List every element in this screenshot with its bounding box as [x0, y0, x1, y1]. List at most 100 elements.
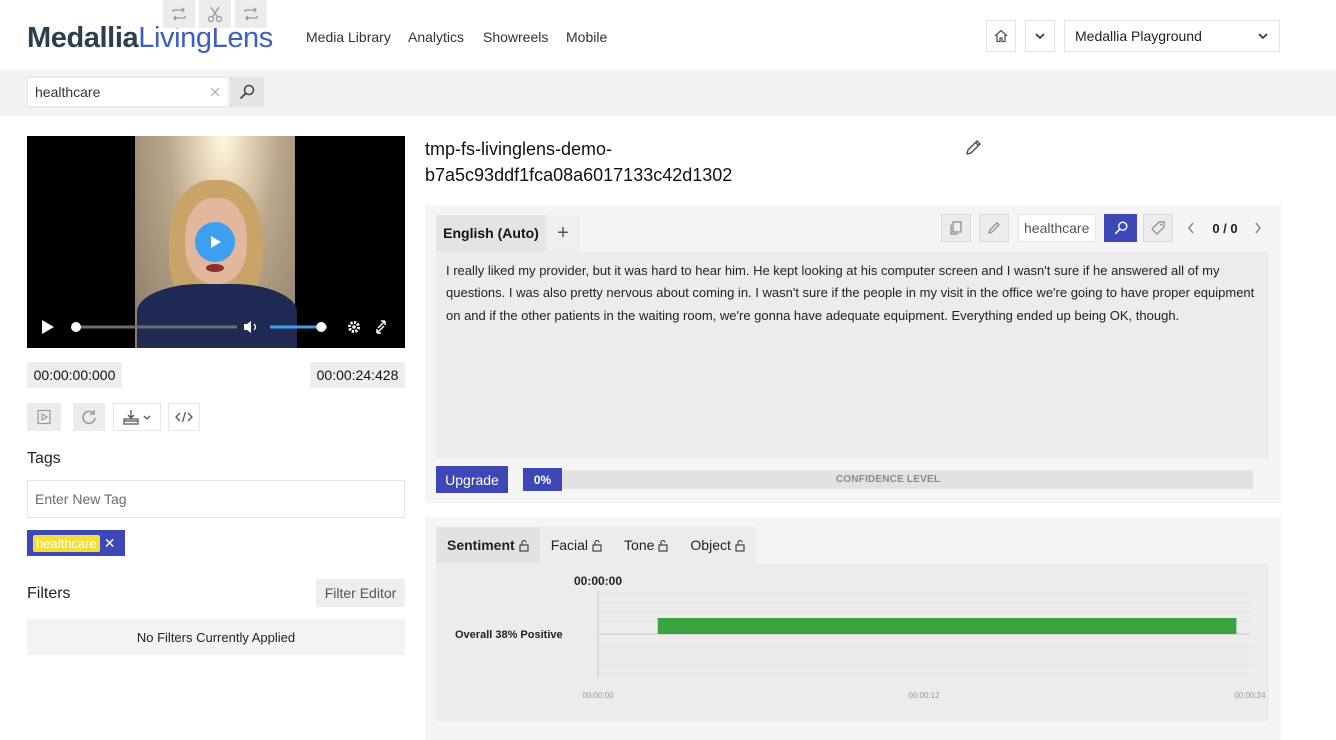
download-menu-button[interactable] [113, 403, 161, 431]
clip-end-time[interactable]: 00:00:24:428 [310, 362, 405, 388]
chevron-down-icon [1258, 33, 1268, 40]
pencil-icon [966, 140, 981, 155]
refresh-icon [82, 410, 96, 425]
tag-chip[interactable]: healthcare ✕ [27, 530, 125, 556]
unlock-icon [735, 539, 745, 552]
scissors-icon [207, 6, 223, 23]
clip-start-time[interactable]: 00:00:00:000 [27, 362, 122, 388]
nav-mobile[interactable]: Mobile [566, 28, 607, 46]
embed-button[interactable] [168, 403, 200, 431]
nav-media-library[interactable]: Media Library [306, 28, 391, 46]
settings-icon[interactable] [348, 321, 360, 333]
video-subject-mouth [206, 264, 224, 272]
unlock-icon [658, 539, 668, 552]
search-input-value: healthcare [35, 84, 101, 100]
copy-transcript-button[interactable] [941, 214, 971, 242]
tab-sentiment-label: Sentiment [447, 537, 515, 553]
clear-icon[interactable] [209, 86, 221, 98]
add-language-button[interactable]: + [546, 215, 580, 251]
tab-object-label: Object [690, 537, 731, 553]
volume-wave [253, 323, 257, 331]
chart-title: 00:00:00 [574, 574, 622, 588]
volume-fill [270, 325, 322, 329]
tab-tone[interactable]: Tone [613, 527, 679, 563]
confidence-percent: 0% [523, 468, 562, 491]
volume-knob[interactable] [316, 322, 327, 332]
download-icon [123, 410, 151, 425]
video-controls[interactable] [27, 312, 405, 348]
repeat-icon [244, 7, 258, 21]
copy-icon [950, 221, 962, 235]
tag-icon [1151, 221, 1165, 235]
remove-tag-icon[interactable]: ✕ [104, 535, 116, 552]
play-overlay-button[interactable] [195, 222, 235, 262]
search-icon [1114, 221, 1127, 235]
chart-x-tick-label: 00:00:24 [1234, 691, 1266, 700]
transcript-search-button[interactable] [1104, 214, 1137, 242]
fullscreen-icon[interactable] [376, 320, 386, 334]
transcript-search-input[interactable]: healthcare [1018, 214, 1096, 242]
nav-showreels[interactable]: Showreels [483, 28, 548, 46]
previous-match-button[interactable] [1181, 214, 1201, 242]
tag-label: healthcare [33, 534, 100, 552]
chart-x-tick-label: 00:00:12 [908, 691, 940, 700]
play-icon [211, 236, 221, 248]
workspace-select[interactable]: Medallia Playground [1064, 20, 1280, 52]
cut-button[interactable] [199, 0, 231, 28]
sentiment-chart: 00:00:00 Overall 38% Positive 00:00:00 00… [455, 574, 1266, 700]
search-button[interactable] [230, 77, 264, 107]
chevron-right-icon [1255, 222, 1261, 234]
tab-language[interactable]: English (Auto) [436, 215, 546, 251]
seek-knob[interactable] [71, 322, 81, 332]
home-button[interactable] [986, 20, 1016, 52]
search-input[interactable]: healthcare [27, 77, 229, 107]
edit-title-button[interactable] [963, 138, 985, 160]
confidence-label: CONFIDENCE LEVEL [835, 474, 941, 485]
tag-search-button[interactable] [1143, 214, 1173, 242]
unlock-icon [592, 539, 602, 552]
set-in-button[interactable] [163, 0, 195, 28]
tab-facial[interactable]: Facial [540, 527, 613, 563]
chart-x-tick-label: 00:00:00 [582, 691, 614, 700]
play-icon[interactable] [42, 320, 54, 334]
plus-icon: + [557, 221, 569, 244]
volume-icon[interactable] [244, 321, 251, 333]
filter-editor-button[interactable]: Filter Editor [316, 579, 405, 607]
unlock-icon [519, 539, 529, 552]
chart-category-label: Overall 38% Positive [455, 629, 563, 641]
tab-facial-label: Facial [550, 537, 589, 553]
upgrade-button[interactable]: Upgrade [436, 466, 508, 493]
search-icon [239, 84, 255, 100]
video-preview-icon [37, 409, 51, 425]
nav-analytics[interactable]: Analytics [408, 28, 464, 46]
media-title-line1: tmp-fs-livinglens-demo- [425, 139, 613, 159]
repeat-icon [172, 7, 186, 21]
media-title: tmp-fs-livinglens-demo- b7a5c93ddf1fca08… [425, 136, 845, 188]
account-dropdown-button[interactable] [1025, 20, 1055, 52]
filters-heading: Filters [27, 585, 71, 602]
match-counter: 0 / 0 [1212, 220, 1238, 236]
tab-object[interactable]: Object [679, 527, 755, 563]
home-icon [994, 29, 1008, 43]
tags-heading: Tags [27, 450, 61, 467]
tab-sentiment[interactable]: Sentiment [436, 527, 540, 563]
preview-clip-button[interactable] [27, 403, 61, 431]
media-title-line2: b7a5c93ddf1fca08a6017133c42d1302 [425, 165, 733, 185]
no-filters-message: No Filters Currently Applied [27, 619, 405, 655]
refresh-button[interactable] [73, 403, 105, 431]
video-player[interactable] [27, 136, 405, 348]
set-out-button[interactable] [235, 0, 267, 28]
seek-track[interactable] [75, 325, 237, 329]
next-match-button[interactable] [1248, 214, 1268, 242]
chevron-left-icon [1188, 222, 1194, 234]
edit-transcript-button[interactable] [979, 214, 1009, 242]
transcript-text[interactable]: I really liked my provider, but it was h… [436, 251, 1269, 458]
pencil-icon [988, 222, 1000, 234]
code-icon [175, 411, 193, 423]
new-tag-input[interactable]: Enter New Tag [27, 480, 405, 518]
tab-tone-label: Tone [624, 537, 655, 553]
chevron-down-icon [1035, 33, 1045, 40]
analysis-tabs: Sentiment Facial Tone Object [436, 527, 756, 563]
workspace-label: Medallia Playground [1075, 28, 1202, 44]
sentiment-bar[interactable] [657, 618, 1237, 634]
